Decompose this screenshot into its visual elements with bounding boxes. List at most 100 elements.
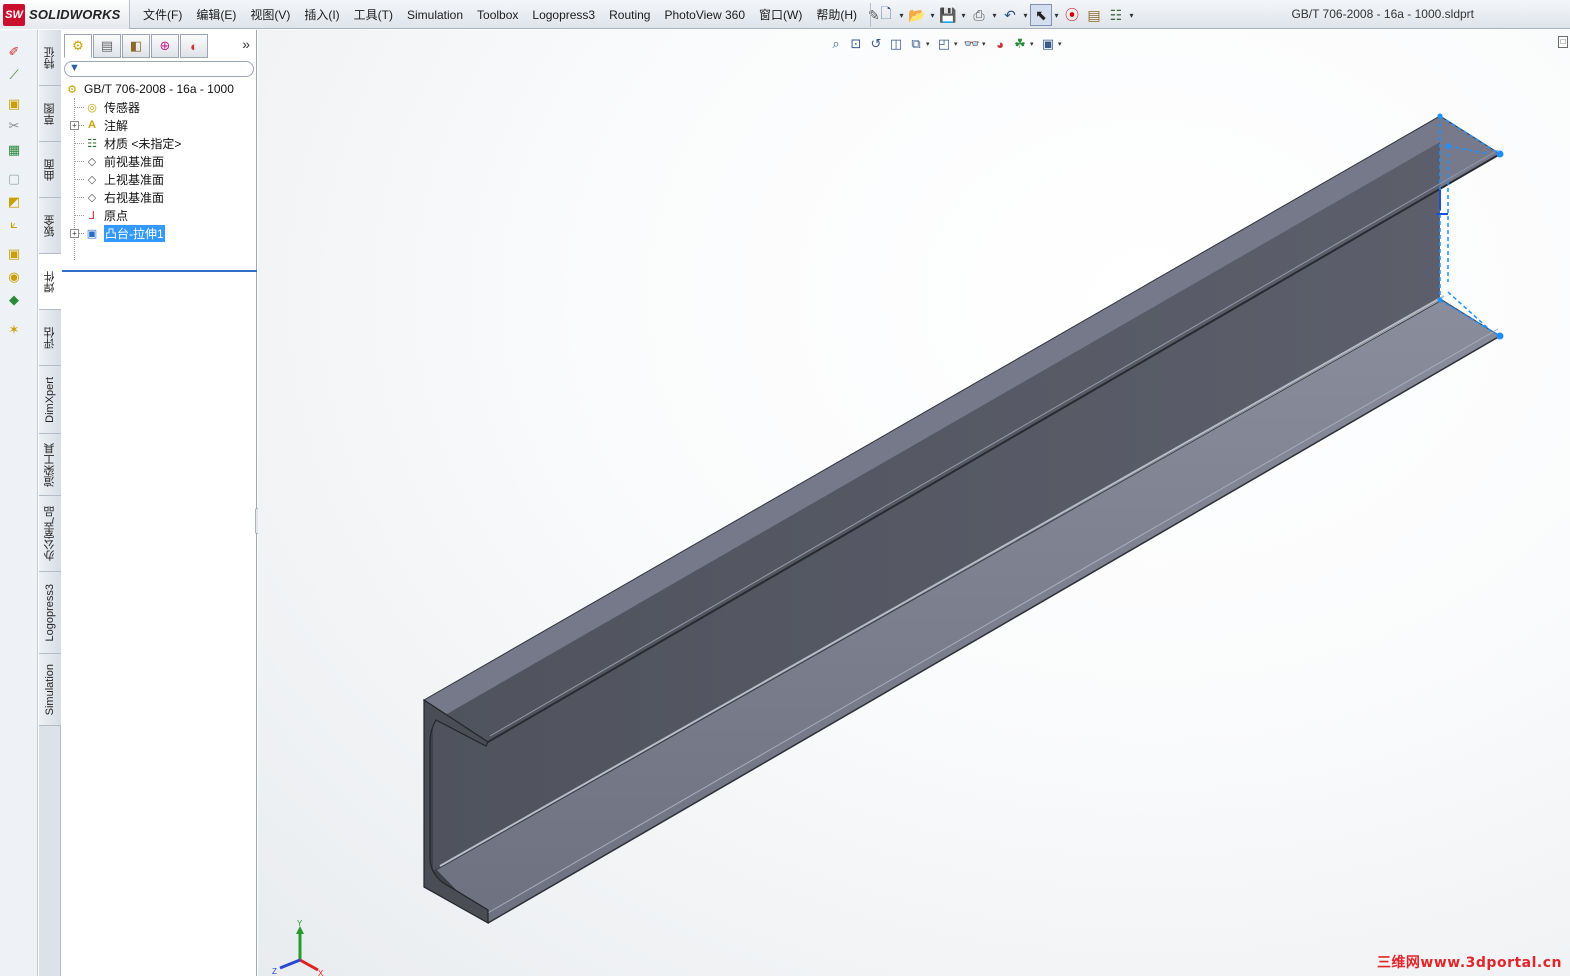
menu-simulation[interactable]: Simulation (400, 4, 470, 26)
gusset-icon[interactable]: ◩ (4, 192, 24, 212)
print-icon[interactable]: ⎙ (968, 4, 990, 26)
section-view-icon[interactable]: ◫ (886, 34, 906, 54)
display-manager-icon[interactable]: ◐ (180, 34, 208, 58)
zoom-to-area-icon[interactable]: ⊡ (846, 34, 866, 54)
property-manager-icon[interactable]: ▤ (93, 34, 121, 58)
tab-simulation[interactable]: Simulation (39, 654, 61, 726)
view-settings-dropdown-icon[interactable]: ▾ (1058, 40, 1066, 48)
hide-show-items-icon[interactable]: 👓 (962, 34, 982, 54)
select-dropdown-icon[interactable]: ▾ (1052, 4, 1061, 26)
menu-photoview[interactable]: PhotoView 360 (657, 4, 752, 26)
web-inner-face (433, 142, 1440, 870)
part-icon: ⚙ (67, 83, 77, 96)
undo-dropdown-icon[interactable]: ▾ (1021, 4, 1030, 26)
view-orientation-icon[interactable]: ⧉ (906, 34, 926, 54)
view-orientation-dropdown-icon[interactable]: ▾ (926, 40, 934, 48)
item-label: 传感器 (104, 100, 141, 115)
trim-icon[interactable]: ✂ (4, 116, 24, 136)
line-icon[interactable]: ⟋ (4, 65, 24, 85)
menu-help[interactable]: 帮助(H) (809, 4, 864, 26)
reference-triad: Y X Z (272, 920, 324, 976)
extruded-boss-icon[interactable]: ▣ (4, 94, 24, 114)
open-icon[interactable]: 📂 (906, 4, 928, 26)
expand-panel-icon[interactable]: » (242, 36, 250, 52)
menu-edit[interactable]: 编辑(E) (189, 4, 243, 26)
print-dropdown-icon[interactable]: ▾ (990, 4, 999, 26)
save-dropdown-icon[interactable]: ▾ (959, 4, 968, 26)
tab-surfaces[interactable]: 曲面 (39, 142, 61, 198)
configuration-manager-icon[interactable]: ◧ (122, 34, 150, 58)
display-style-dropdown-icon[interactable]: ▾ (954, 40, 962, 48)
tree-root-part[interactable]: ⚙ GB/T 706-2008 - 16a - 1000 (64, 80, 234, 98)
tab-logopress3[interactable]: Logopress3 (39, 572, 61, 654)
tree-item-right-plane[interactable]: ◇ 右视基准面 (84, 188, 164, 206)
item-label: 右视基准面 (104, 190, 165, 205)
tree-item-origin[interactable]: ⅃ 原点 (84, 206, 128, 224)
tree-item-top-plane[interactable]: ◇ 上视基准面 (84, 170, 164, 188)
tree-item-front-plane[interactable]: ◇ 前视基准面 (84, 152, 164, 170)
apply-scene-icon[interactable]: ☘ (1010, 34, 1030, 54)
tab-evaluate[interactable]: 评估 (39, 310, 61, 366)
tab-office-products[interactable]: 办公室产品 (39, 496, 61, 572)
3d-sketch-icon[interactable]: ✐ (4, 42, 24, 62)
menu-file[interactable]: 文件(F) (136, 4, 189, 26)
structural-member-icon[interactable]: ▦ (4, 140, 24, 160)
options-icon[interactable]: ☷ (1105, 4, 1127, 26)
tree-item-sensors[interactable]: ◎ 传感器 (84, 98, 140, 116)
select-arrow-icon[interactable]: ⬉ (1030, 4, 1052, 26)
undo-icon[interactable]: ↶ (999, 4, 1021, 26)
file-properties-icon[interactable]: ▤ (1083, 4, 1105, 26)
previous-view-icon[interactable]: ↺ (866, 34, 886, 54)
feature-manager-tabs: ⚙ ▤ ◧ ⊕ ◐ (62, 33, 257, 59)
expand-boss-extrude-icon[interactable]: + (70, 229, 79, 238)
menu-window[interactable]: 窗口(W) (752, 4, 809, 26)
plane-icon: ◇ (87, 191, 97, 204)
expand-annotations-icon[interactable]: + (70, 121, 79, 130)
reference-geometry-icon[interactable]: ✶ (4, 320, 24, 340)
tree-item-material[interactable]: ☷ 材质 <未指定> (84, 134, 181, 152)
graphics-area[interactable]: ⌕ ⊡ ↺ ◫ ⧉ ▾ ◰ ▾ 👓 ▾ ◕ ☘ ▾ ▣ ▾ □ Y X Z 三维网www.… (258, 30, 1570, 976)
chamfer-icon[interactable]: ◆ (4, 290, 24, 310)
bottom-fillet-highlight (439, 295, 1445, 867)
rebuild-traffic-light-icon[interactable]: ⦿ (1061, 4, 1083, 26)
menu-view[interactable]: 视图(V) (243, 4, 297, 26)
tab-features[interactable]: 特征 (39, 30, 61, 86)
tab-dimxpert[interactable]: DimXpert (39, 366, 61, 434)
triad-y-label: Y (297, 920, 303, 928)
apply-scene-dropdown-icon[interactable]: ▾ (1030, 40, 1038, 48)
rollback-bar[interactable] (62, 270, 257, 272)
tree-item-annotations[interactable]: A 注解 (84, 116, 128, 134)
menu-tools[interactable]: 工具(T) (347, 4, 400, 26)
new-dropdown-icon[interactable]: ▾ (897, 4, 906, 26)
view-settings-icon[interactable]: ▣ (1038, 34, 1058, 54)
options-dropdown-icon[interactable]: ▾ (1127, 4, 1136, 26)
hole-wizard-icon[interactable]: ◉ (4, 267, 24, 287)
new-document-icon[interactable]: 🗋 (875, 4, 897, 26)
display-style-icon[interactable]: ◰ (934, 34, 954, 54)
save-icon[interactable]: 💾 (937, 4, 959, 26)
zoom-to-fit-icon[interactable]: ⌕ (826, 34, 846, 54)
menu-insert[interactable]: 插入(I) (297, 4, 346, 26)
viewport-maximize-icon[interactable]: □ (1558, 36, 1568, 48)
tree-item-boss-extrude1[interactable]: ▣ 凸台-拉伸1 (84, 224, 165, 242)
menu-logopress3[interactable]: Logopress3 (525, 4, 602, 26)
tab-weldments[interactable]: 焊件 (39, 254, 61, 310)
channel-steel-model[interactable] (258, 30, 1570, 976)
menu-toolbox[interactable]: Toolbox (470, 4, 525, 26)
tree-filter-input[interactable]: ▼ (64, 61, 254, 77)
tab-sketch[interactable]: 草图 (39, 86, 61, 142)
cut-extrude-icon[interactable]: ▣ (4, 244, 24, 264)
end-cap-icon[interactable]: ▢ (4, 169, 24, 189)
dimxpert-manager-icon[interactable]: ⊕ (151, 34, 179, 58)
hide-show-dropdown-icon[interactable]: ▾ (982, 40, 990, 48)
tab-sheet-metal[interactable]: 钣金 (39, 198, 61, 254)
feature-tree-icon[interactable]: ⚙ (64, 34, 92, 58)
solidworks-logo[interactable]: SW SOLIDWORKS (0, 0, 130, 29)
tab-render-tools[interactable]: 渲染工具 (39, 434, 61, 496)
menu-routing[interactable]: Routing (602, 4, 657, 26)
weld-bead-icon[interactable]: ⟀ (4, 214, 24, 234)
open-dropdown-icon[interactable]: ▾ (928, 4, 937, 26)
title-menu-bar: SW SOLIDWORKS 文件(F) 编辑(E) 视图(V) 插入(I) 工具… (0, 0, 1570, 29)
solidworks-logo-icon: SW (3, 3, 25, 26)
edit-appearance-icon[interactable]: ◕ (990, 34, 1010, 54)
